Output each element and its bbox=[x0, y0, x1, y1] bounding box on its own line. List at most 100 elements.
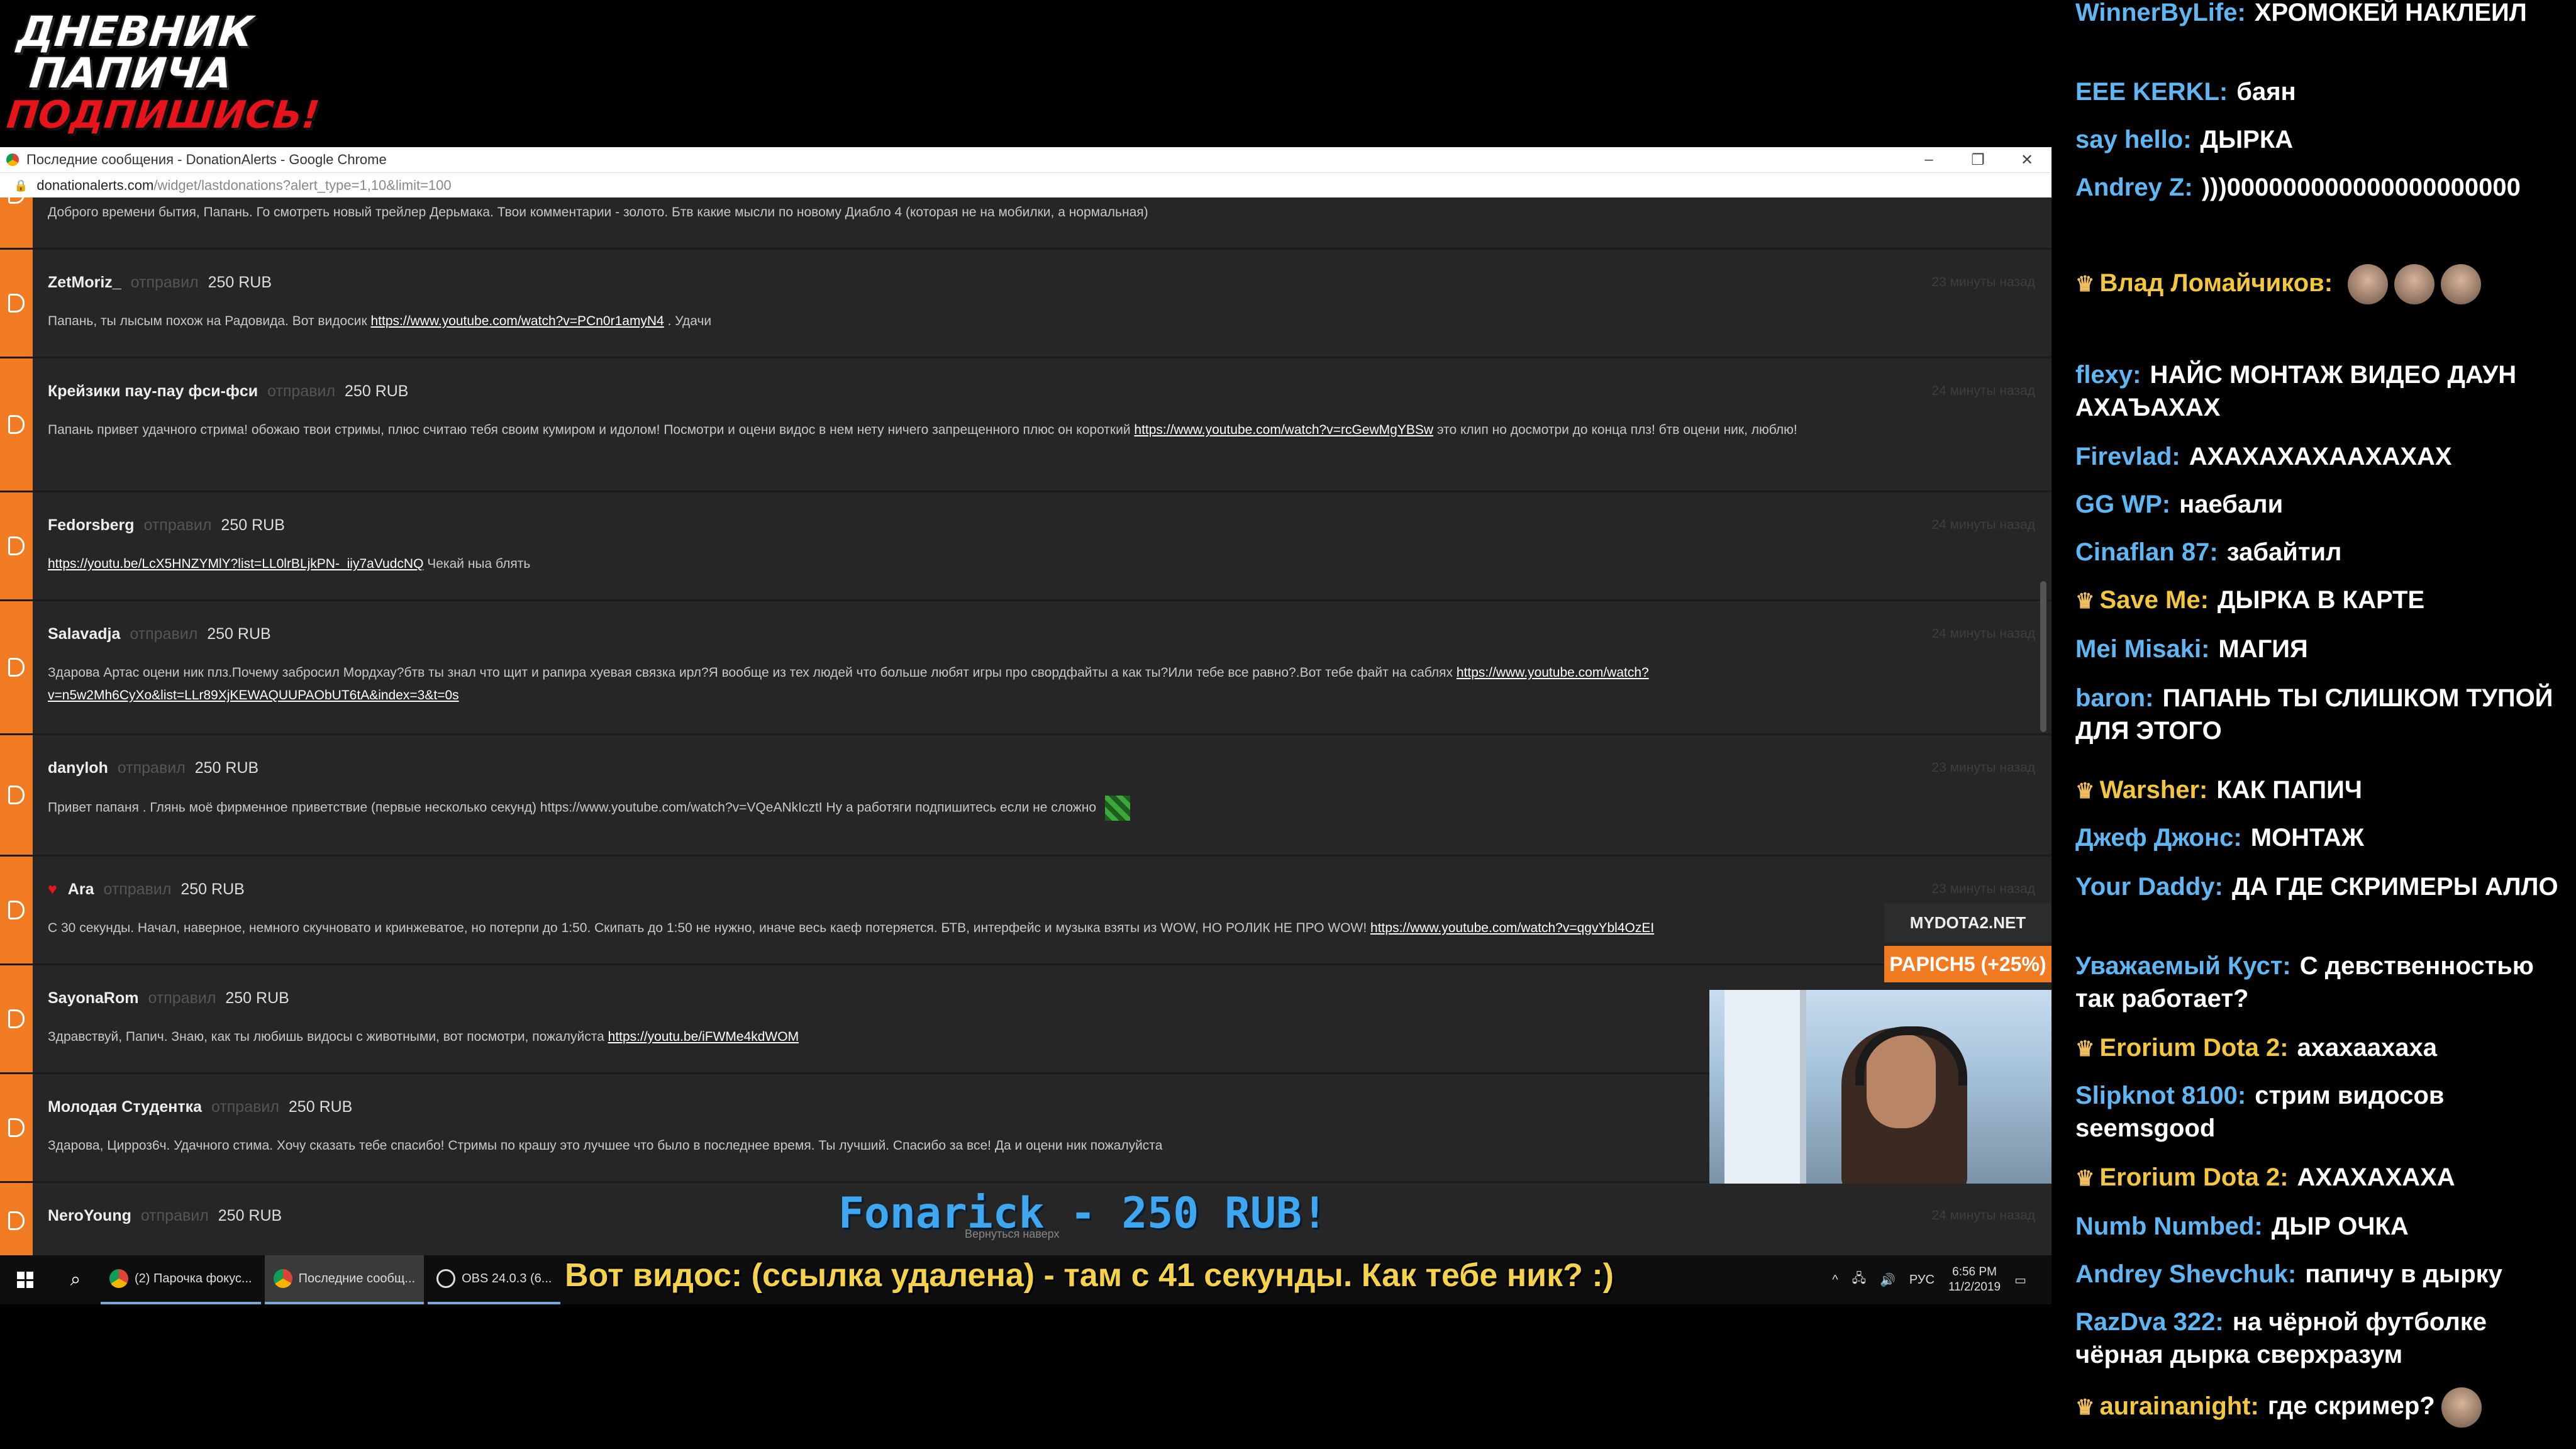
chat-username[interactable]: Andrey Z: bbox=[2075, 174, 2193, 201]
donation-message: Доброго времени бытия, Папань. Го смотре… bbox=[48, 201, 1982, 224]
message-suffix: . Удачи bbox=[667, 314, 712, 328]
chat-username[interactable]: RazDva 322: bbox=[2075, 1308, 2224, 1336]
donation-amount: 250 RUB bbox=[288, 1098, 353, 1116]
chat-text: ахахаахаха bbox=[2297, 1034, 2437, 1062]
chat-username[interactable]: aurainanight: bbox=[2099, 1392, 2258, 1420]
start-button[interactable] bbox=[0, 1272, 50, 1288]
chat-username[interactable]: flexy: bbox=[2075, 361, 2141, 389]
donation-message: https://youtu.be/LcX5HNZYMlY?list=LL0lrB… bbox=[48, 553, 1982, 575]
donation-verb: отправил bbox=[140, 1207, 209, 1224]
donation-time: 24 минуты назад bbox=[1931, 626, 2035, 641]
chat-username[interactable]: Andrey Shevchuk: bbox=[2075, 1260, 2296, 1288]
donation-verb: отправил bbox=[267, 382, 336, 400]
message-link[interactable]: https://youtu.be/LcX5HNZYMlY?list=LL0lrB… bbox=[48, 557, 423, 571]
donation-time: 24 минуты назад bbox=[1931, 518, 2035, 532]
chat-username[interactable]: GG WP: bbox=[2075, 491, 2170, 518]
chat-text: где скример? bbox=[2267, 1392, 2435, 1420]
chat-message: Andrey Shevchuk: папичу в дырку bbox=[2075, 1258, 2570, 1291]
webcam-feed bbox=[1709, 990, 2051, 1184]
donation-stripe bbox=[0, 250, 33, 357]
chat-username[interactable]: EEE KERKL: bbox=[2075, 78, 2228, 106]
donationalerts-icon bbox=[8, 658, 25, 677]
message-suffix: Чекай ныа блять bbox=[427, 557, 531, 571]
donor-name: Молодая Студентка bbox=[48, 1098, 203, 1116]
chat-text: ДЫРКА В КАРТЕ bbox=[2217, 586, 2425, 614]
donation-time: 23 минуты назад bbox=[1931, 760, 2035, 775]
chat-username[interactable]: Erorium Dota 2: bbox=[2099, 1163, 2288, 1191]
chevron-up-icon[interactable]: ^ bbox=[1832, 1273, 1838, 1287]
donation-item: danyloh отправил 250 RUB 23 минуты назад… bbox=[0, 735, 2051, 857]
donor-name: Ara bbox=[67, 880, 94, 898]
network-icon[interactable]: 🖧 bbox=[1852, 1269, 1866, 1291]
donation-header: NeroYoung отправил 250 RUB bbox=[48, 1207, 282, 1225]
language-indicator[interactable]: РУС bbox=[1909, 1273, 1935, 1287]
donation-stripe bbox=[0, 1183, 33, 1255]
title-bar[interactable]: Последние сообщения - DonationAlerts - G… bbox=[0, 147, 2051, 173]
restore-button[interactable]: ❐ bbox=[1953, 151, 2002, 169]
donor-name: Fedorsberg bbox=[48, 516, 135, 534]
donor-name: Salavadja bbox=[48, 625, 121, 643]
donationalerts-icon bbox=[8, 415, 25, 434]
notifications-icon[interactable]: ▭ bbox=[2014, 1272, 2026, 1288]
chat-username[interactable]: WinnerByLife: bbox=[2075, 0, 2246, 26]
chat-username[interactable]: Numb Numbed: bbox=[2075, 1213, 2263, 1240]
minimize-button[interactable]: – bbox=[1904, 151, 1953, 169]
chat-message: ♛ aurainanight: где скример? bbox=[2075, 1387, 2570, 1428]
chat-username[interactable]: Your Daddy: bbox=[2075, 873, 2223, 901]
chat-username[interactable]: Firevlad: bbox=[2075, 443, 2180, 470]
message-text: Папань, ты лысым похож на Радовида. Вот … bbox=[48, 314, 367, 328]
back-to-top-link[interactable]: Вернуться наверх bbox=[965, 1228, 1059, 1241]
chat-username[interactable]: Mei Misaki: bbox=[2075, 635, 2209, 663]
chat-text: МОНТАЖ bbox=[2250, 824, 2364, 852]
chat-username[interactable]: Уважаемый Куст: bbox=[2075, 952, 2291, 980]
volume-icon[interactable]: 🔊 bbox=[1880, 1272, 1896, 1288]
crown-badge-icon: ♛ bbox=[2075, 1395, 2095, 1419]
donation-verb: отправил bbox=[130, 625, 198, 643]
message-link[interactable]: https://www.youtube.com/watch?v=PCn0r1am… bbox=[370, 314, 663, 328]
chat-emote-icon bbox=[2394, 264, 2435, 304]
close-button[interactable]: ✕ bbox=[2002, 151, 2051, 169]
taskbar-apps: (2) Парочка фокус... Последние сообщ... OB… bbox=[101, 1255, 564, 1304]
crown-badge-icon: ♛ bbox=[2075, 272, 2095, 296]
donation-header: Крейзики пау-пау фси-фси отправил 250 RU… bbox=[48, 382, 408, 401]
donation-stripe bbox=[0, 197, 33, 248]
donation-header: Salavadja отправил 250 RUB bbox=[48, 625, 271, 643]
chat-message: Firevlad: АХАХАХАХААХАХАХ bbox=[2075, 440, 2570, 473]
chat-message: Уважаемый Куст: С девственностью так рабо… bbox=[2075, 950, 2570, 1015]
donor-name: SayonaRom bbox=[48, 989, 139, 1007]
chat-username[interactable]: Warsher: bbox=[2099, 776, 2207, 804]
donation-amount: 250 RUB bbox=[194, 759, 259, 777]
donation-item: Крейзики пау-пау фси-фси отправил 250 RU… bbox=[0, 358, 2051, 492]
donation-stripe bbox=[0, 358, 33, 491]
message-link[interactable]: https://www.youtube.com/watch?v=rcGewMgY… bbox=[1134, 423, 1433, 437]
chat-username[interactable]: Erorium Dota 2: bbox=[2099, 1034, 2288, 1062]
chat-message: Slipknot 8100: стрим видосов seemsgood bbox=[2075, 1079, 2570, 1145]
chat-username[interactable]: Влад Ломайчиков: bbox=[2099, 269, 2333, 297]
chat-message: GG WP: наебали bbox=[2075, 488, 2570, 521]
search-icon[interactable]: ⌕ bbox=[50, 1269, 101, 1291]
taskbar-app[interactable]: (2) Парочка фокус... bbox=[101, 1255, 261, 1304]
chat-username[interactable]: Save Me: bbox=[2099, 586, 2208, 614]
chat-username[interactable]: say hello: bbox=[2075, 126, 2192, 153]
chat-username[interactable]: baron: bbox=[2075, 684, 2153, 712]
chrome-icon bbox=[109, 1269, 128, 1288]
donation-header: SayonaRom отправил 250 RUB bbox=[48, 989, 289, 1008]
donation-amount: 250 RUB bbox=[221, 516, 285, 534]
taskbar-app[interactable]: Последние сообщ... bbox=[264, 1255, 425, 1304]
donation-item: Salavadja отправил 250 RUB 24 минуты наз… bbox=[0, 601, 2051, 735]
message-link[interactable]: https://youtu.be/iFWMe4kdWOM bbox=[608, 1030, 799, 1044]
address-bar[interactable]: 🔒 donationalerts.com /widget/lastdonatio… bbox=[0, 173, 2051, 199]
chat-username[interactable]: Slipknot 8100: bbox=[2075, 1082, 2246, 1109]
chat-username[interactable]: Джеф Джонс: bbox=[2075, 824, 2242, 852]
donation-item: Fedorsberg отправил 250 RUB 24 минуты на… bbox=[0, 492, 2051, 601]
logo-line-2: ПАПИЧА bbox=[27, 49, 235, 97]
scrollbar[interactable] bbox=[2040, 581, 2046, 732]
donation-alert: Fonarick - 250 RUB! bbox=[838, 1189, 1328, 1238]
chat-message: RazDva 322: на чёрной футболке чёрная дыр… bbox=[2075, 1306, 2570, 1371]
chat-text: КАК ПАПИЧ bbox=[2216, 776, 2362, 804]
taskbar-app[interactable]: OBS 24.0.3 (6... bbox=[428, 1255, 561, 1304]
donationalerts-icon bbox=[8, 1211, 25, 1230]
clock[interactable]: 6:56 PM 11/2/2019 bbox=[1948, 1265, 2001, 1295]
message-link[interactable]: https://www.youtube.com/watch?v=qgvYbl4O… bbox=[1370, 921, 1654, 935]
chat-username[interactable]: Cinaflan 87: bbox=[2075, 538, 2218, 566]
